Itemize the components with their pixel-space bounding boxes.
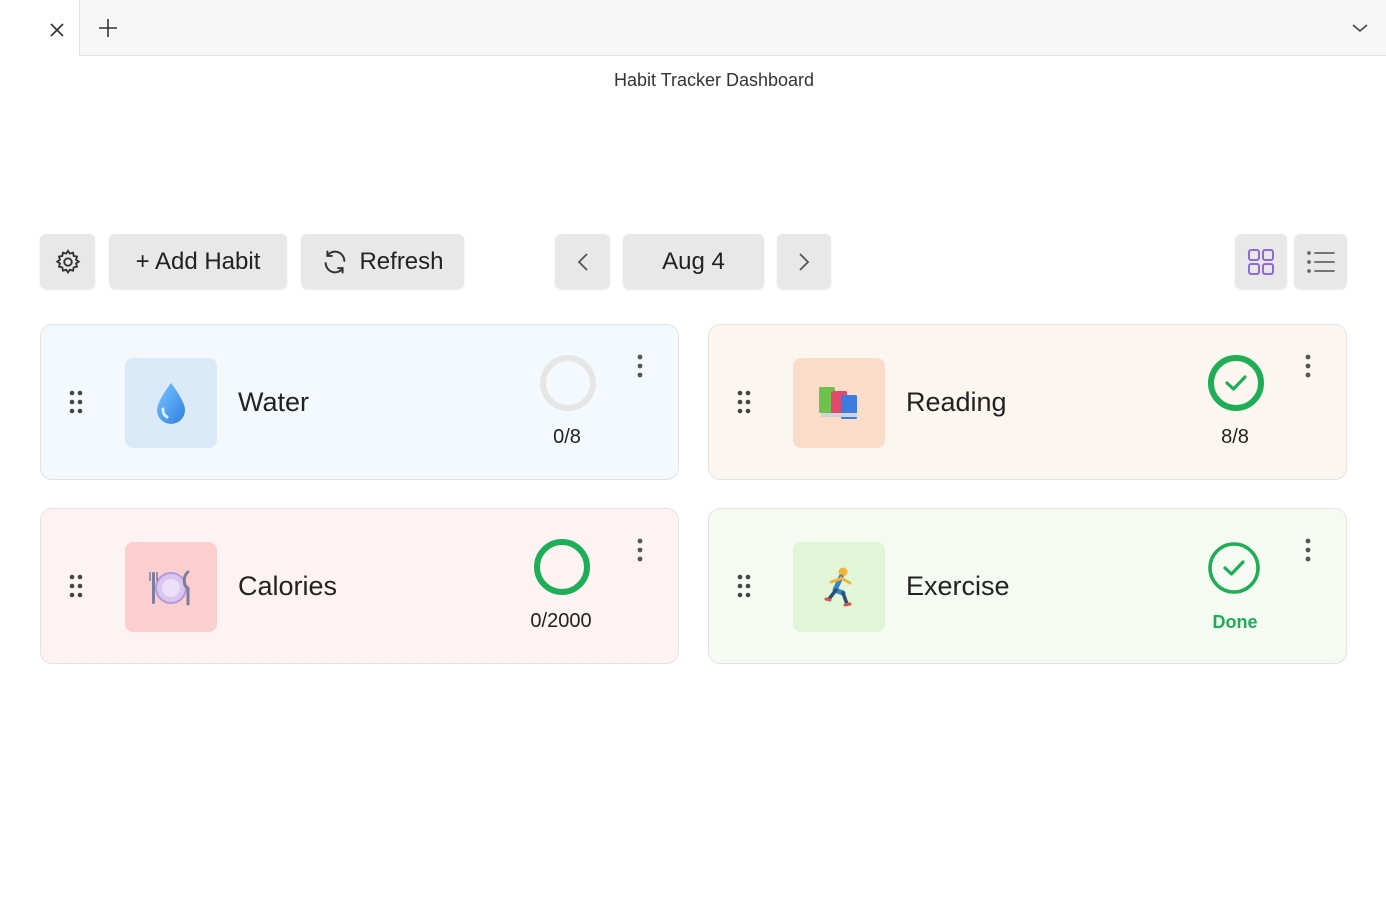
habit-name: Reading <box>906 387 1007 417</box>
drag-handle-icon[interactable] <box>68 573 84 599</box>
add-habit-button[interactable]: + Add Habit <box>109 234 287 289</box>
more-options-icon[interactable] <box>1297 535 1319 565</box>
next-day-button[interactable] <box>777 234 831 289</box>
progress-ring-complete[interactable] <box>1206 353 1266 413</box>
progress-ring-complete[interactable] <box>1206 540 1266 600</box>
progress-count: 0/8 <box>553 426 581 448</box>
habit-name: Calories <box>238 571 338 601</box>
more-options-icon[interactable] <box>629 351 651 381</box>
water-drop-icon <box>125 358 217 448</box>
refresh-label: Refresh <box>359 247 444 275</box>
runner-icon <box>793 542 885 632</box>
habit-card-calories[interactable]: Calories 0/2000 <box>40 508 679 664</box>
tab-divider <box>80 55 1386 56</box>
previous-day-button[interactable] <box>555 234 610 289</box>
refresh-icon <box>321 248 349 276</box>
grid-view-button[interactable] <box>1235 234 1287 289</box>
window-title: Habit Tracker Dashboard <box>613 70 815 90</box>
habit-name: Water <box>238 387 310 417</box>
chevron-right-icon <box>797 251 811 273</box>
progress-ring[interactable] <box>538 353 598 413</box>
more-options-icon[interactable] <box>629 535 651 565</box>
plus-icon[interactable] <box>93 13 123 43</box>
progress-status: Done <box>1212 612 1258 632</box>
settings-button[interactable] <box>40 234 95 289</box>
close-icon[interactable] <box>44 17 70 43</box>
habit-name: Exercise <box>906 571 1010 601</box>
habit-card-reading[interactable]: Reading 8/8 <box>708 324 1347 480</box>
list-view-icon <box>1306 249 1336 275</box>
habit-card-water[interactable]: Water 0/8 <box>40 324 679 480</box>
tab-strip <box>0 0 1386 56</box>
chevron-down-icon[interactable] <box>1346 14 1374 42</box>
more-options-icon[interactable] <box>1297 351 1319 381</box>
current-date-button[interactable]: Aug 4 <box>623 234 764 289</box>
add-habit-label: + Add Habit <box>135 247 261 275</box>
current-date-label: Aug 4 <box>662 247 725 275</box>
drag-handle-icon[interactable] <box>736 389 752 415</box>
plate-cutlery-icon <box>125 542 217 632</box>
gear-icon <box>54 248 82 276</box>
progress-count: 0/2000 <box>530 610 592 632</box>
grid-view-icon <box>1247 248 1275 276</box>
books-icon <box>793 358 885 448</box>
drag-handle-icon[interactable] <box>736 573 752 599</box>
refresh-button[interactable]: Refresh <box>301 234 464 289</box>
list-view-button[interactable] <box>1294 234 1347 289</box>
progress-ring[interactable] <box>532 537 592 597</box>
chevron-left-icon <box>576 251 590 273</box>
habit-card-exercise[interactable]: Exercise Done <box>708 508 1347 664</box>
progress-count: 8/8 <box>1221 426 1249 448</box>
drag-handle-icon[interactable] <box>68 389 84 415</box>
active-tab[interactable] <box>0 0 80 56</box>
